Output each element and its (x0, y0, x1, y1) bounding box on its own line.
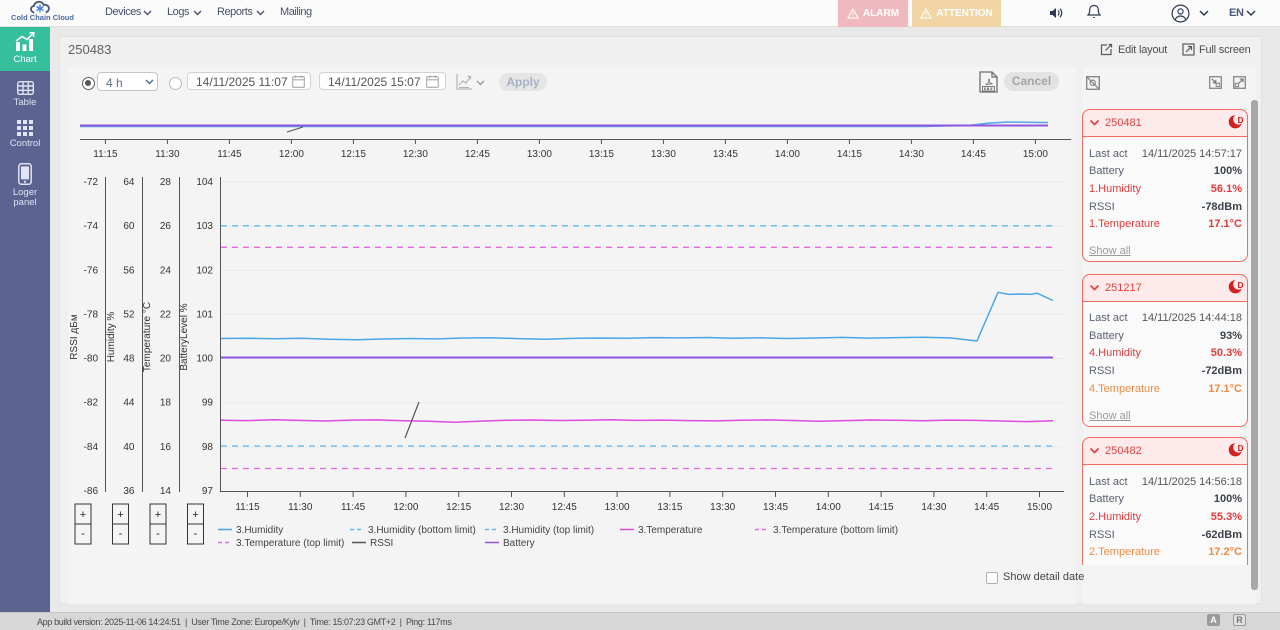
svg-text:12:15: 12:15 (341, 149, 366, 160)
svg-text:D: D (1238, 280, 1244, 290)
svg-text:98: 98 (202, 442, 214, 453)
svg-text:+: + (155, 509, 161, 521)
svg-text:36: 36 (123, 486, 135, 497)
svg-text:12:15: 12:15 (446, 502, 471, 513)
svg-text:14:45: 14:45 (961, 149, 986, 160)
svg-text:12:45: 12:45 (552, 502, 577, 513)
svg-text:-: - (194, 528, 198, 540)
svg-text:15:00: 15:00 (1027, 502, 1052, 513)
svg-text:13:45: 13:45 (763, 502, 788, 513)
svg-text:-84: -84 (84, 442, 99, 453)
svg-text:-: - (119, 528, 123, 540)
svg-text:-: - (81, 528, 85, 540)
svg-text:18: 18 (160, 398, 172, 409)
svg-text:14:00: 14:00 (816, 502, 841, 513)
svg-text:13:00: 13:00 (605, 502, 630, 513)
svg-text:RSSI: RSSI (370, 538, 393, 549)
svg-text:60: 60 (123, 221, 135, 232)
svg-text:56: 56 (123, 265, 135, 276)
svg-text:13:00: 13:00 (527, 149, 552, 160)
svg-text:104: 104 (196, 177, 213, 188)
svg-text:12:30: 12:30 (499, 502, 524, 513)
svg-text:+: + (80, 509, 86, 521)
svg-text:BatteryLevel %: BatteryLevel % (179, 303, 190, 370)
svg-text:14: 14 (160, 486, 172, 497)
svg-text:3.Humidity: 3.Humidity (236, 525, 283, 536)
svg-text:52: 52 (123, 309, 135, 320)
svg-text:64: 64 (123, 177, 135, 188)
svg-text:!: ! (852, 13, 854, 19)
svg-text:97: 97 (202, 486, 214, 497)
svg-text:-78: -78 (84, 309, 99, 320)
svg-text:26: 26 (160, 221, 172, 232)
svg-text:3.Humidity (top limit): 3.Humidity (top limit) (503, 525, 594, 536)
svg-text:14:15: 14:15 (837, 149, 862, 160)
svg-text:13:15: 13:15 (657, 502, 682, 513)
svg-text:12:30: 12:30 (403, 149, 428, 160)
svg-text:16: 16 (160, 442, 172, 453)
svg-text:12:45: 12:45 (465, 149, 490, 160)
svg-text:13:15: 13:15 (589, 149, 614, 160)
svg-text:RSSI дБм: RSSI дБм (69, 314, 80, 360)
svg-text:Humidity %: Humidity % (106, 312, 117, 363)
svg-text:14:15: 14:15 (869, 502, 894, 513)
svg-text:-86: -86 (84, 486, 99, 497)
svg-text:11:30: 11:30 (155, 149, 180, 160)
svg-text:-80: -80 (84, 354, 99, 365)
svg-text:Battery: Battery (503, 538, 535, 549)
svg-text:3.Temperature (top limit): 3.Temperature (top limit) (236, 538, 344, 549)
svg-text:-74: -74 (84, 221, 99, 232)
svg-text:20: 20 (160, 354, 172, 365)
svg-text:12:00: 12:00 (279, 149, 304, 160)
svg-text:99: 99 (202, 398, 214, 409)
svg-text:-82: -82 (84, 398, 99, 409)
svg-text:3.Temperature (bottom limit): 3.Temperature (bottom limit) (773, 525, 898, 536)
svg-text:40: 40 (123, 442, 135, 453)
svg-text:100: 100 (196, 354, 213, 365)
svg-text:11:15: 11:15 (235, 502, 260, 513)
svg-text:13:45: 13:45 (713, 149, 738, 160)
svg-text:24: 24 (160, 265, 172, 276)
svg-text:101: 101 (196, 309, 213, 320)
svg-text:14:00: 14:00 (775, 149, 800, 160)
svg-text:22: 22 (160, 309, 172, 320)
svg-text:14:30: 14:30 (899, 149, 924, 160)
svg-text:-: - (156, 528, 160, 540)
svg-text:44: 44 (123, 398, 135, 409)
svg-text:11:45: 11:45 (217, 149, 242, 160)
svg-text:Temperature °C: Temperature °C (142, 302, 153, 372)
svg-text:14:45: 14:45 (974, 502, 999, 513)
svg-text:11:15: 11:15 (93, 149, 118, 160)
svg-text:!: ! (925, 13, 927, 19)
svg-text:-76: -76 (84, 265, 99, 276)
svg-text:-72: -72 (84, 177, 99, 188)
svg-text:D: D (1238, 115, 1244, 125)
svg-text:+: + (192, 509, 198, 521)
svg-text:48: 48 (123, 354, 135, 365)
svg-text:3.Humidity (bottom limit): 3.Humidity (bottom limit) (368, 525, 476, 536)
svg-text:15:00: 15:00 (1023, 149, 1048, 160)
svg-text:28: 28 (160, 177, 172, 188)
svg-text:103: 103 (196, 221, 213, 232)
svg-text:12:00: 12:00 (393, 502, 418, 513)
svg-text:13:30: 13:30 (651, 149, 676, 160)
svg-text:11:30: 11:30 (288, 502, 313, 513)
svg-text:102: 102 (196, 265, 213, 276)
svg-text:11:45: 11:45 (341, 502, 366, 513)
svg-text:13:30: 13:30 (710, 502, 735, 513)
svg-text:3.Temperature: 3.Temperature (638, 525, 703, 536)
svg-text:+: + (117, 509, 123, 521)
svg-text:D: D (1238, 443, 1244, 453)
svg-text:14:30: 14:30 (921, 502, 946, 513)
